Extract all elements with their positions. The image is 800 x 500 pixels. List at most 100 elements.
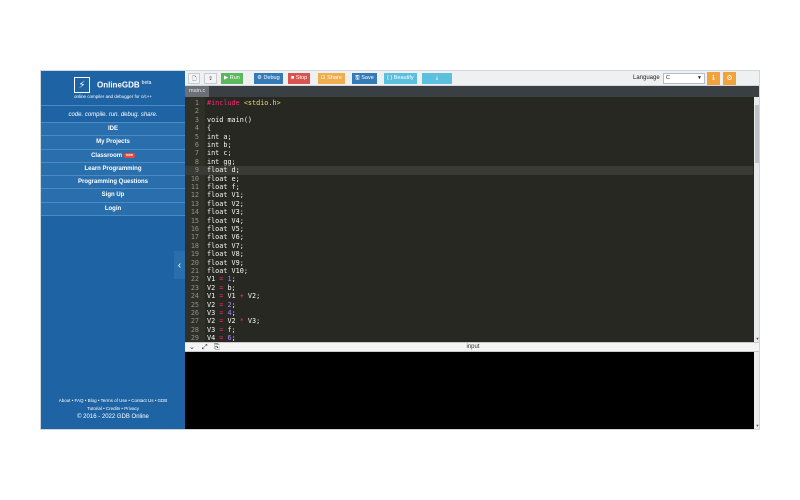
code-line[interactable]: 1 #include <stdio.h>	[185, 99, 753, 107]
code-token: int c;	[207, 149, 232, 158]
nav-item-classroom[interactable]: Classroom new	[41, 149, 185, 163]
code-token: #include	[207, 99, 244, 107]
expand-icon[interactable]: ⤢	[202, 343, 208, 352]
code-token: <stdio.h>	[243, 99, 281, 107]
sidebar-footer: About • FAQ • Blog • Terms of Use • Cont…	[41, 397, 185, 429]
code-text: float V7;	[207, 242, 244, 250]
brand[interactable]: ⚡ OnlineGDB beta online compiler and debu…	[41, 71, 185, 103]
code-line[interactable]: 21 float V10;	[185, 267, 753, 275]
run-button[interactable]: ▶ Run	[221, 73, 243, 84]
console-output[interactable]: ▼	[185, 352, 759, 429]
code-line[interactable]: 5 int a;	[185, 133, 753, 141]
line-number: 11	[190, 183, 199, 191]
code-line[interactable]: 6 int b;	[185, 141, 753, 149]
code-line[interactable]: 24 V1 = V1 + V2;	[185, 292, 753, 300]
nav-label: Sign Up	[101, 192, 125, 199]
code-text: #include <stdio.h>	[207, 99, 281, 107]
collapse-sidebar-chevron-left-icon[interactable]: ‹	[174, 251, 185, 279]
copy-icon[interactable]: ⎘	[214, 343, 220, 352]
code-line[interactable]: 15 float V4;	[185, 217, 753, 225]
language-select[interactable]: C ▼	[663, 73, 705, 84]
line-number: 24	[190, 292, 199, 301]
chevron-down-icon: ▼	[697, 75, 702, 81]
line-number: 9	[194, 166, 199, 175]
code-token: float d;	[207, 166, 240, 175]
scroll-down-icon[interactable]: ▼	[754, 422, 759, 429]
code-line[interactable]: 2	[185, 107, 753, 115]
code-line[interactable]: 18 float V7;	[185, 242, 753, 250]
code-token: float V6;	[207, 233, 244, 242]
code-line[interactable]: 23 V2 = b;	[185, 284, 753, 292]
line-number: 16	[190, 225, 199, 233]
info-icon[interactable]: ℹ	[707, 72, 720, 85]
console-scrollbar[interactable]: ▼	[754, 352, 759, 429]
code-line[interactable]: 25 V2 = 2;	[185, 301, 753, 309]
save-button[interactable]: 🖫 Save	[352, 73, 377, 84]
line-number: 13	[190, 199, 199, 208]
new-file-icon[interactable]: 🗋	[188, 73, 200, 84]
editor-scrollbar[interactable]: ▼	[754, 97, 759, 342]
code-line[interactable]: 9 float d;	[185, 166, 753, 175]
code-line[interactable]: 20 float V9;	[185, 259, 753, 267]
code-line[interactable]: 17 float V6;	[185, 233, 753, 241]
footer-links-2[interactable]: Tutorial • Credits • Privacy	[41, 405, 185, 413]
code-line[interactable]: 16 float V5;	[185, 225, 753, 233]
stop-button[interactable]: ■ Stop	[288, 73, 311, 84]
code-line[interactable]: 10 float e;	[185, 175, 753, 183]
code-token: V2	[223, 317, 240, 326]
code-line[interactable]: 12 float V1;	[185, 191, 753, 199]
code-token: float V2;	[207, 199, 244, 208]
code-text: float V2;	[207, 200, 244, 208]
chevron-down-icon[interactable]: ⌄	[189, 343, 195, 352]
code-line[interactable]: 3 void main()	[185, 116, 753, 124]
scroll-down-icon[interactable]: ▼	[754, 335, 759, 342]
onlinegdb-app: ⚡ OnlineGDB beta online compiler and debu…	[40, 70, 760, 430]
code-text: int a;	[207, 133, 232, 141]
code-line[interactable]: 22 V1 = 1;	[185, 275, 753, 283]
upload-icon[interactable]: ⇪	[204, 73, 217, 84]
code-line[interactable]: 29 V4 = 6;	[185, 334, 753, 342]
code-line[interactable]: 13 float V2;	[185, 200, 753, 208]
code-line[interactable]: 26 V3 = 4;	[185, 309, 753, 317]
sidebar: ⚡ OnlineGDB beta online compiler and debu…	[41, 71, 185, 429]
code-line[interactable]: 27 V2 = V2 * V3;	[185, 317, 753, 325]
io-toolbar: input ⌄ ⤢ ⎘	[185, 342, 759, 352]
code-line[interactable]: 14 float V3;	[185, 208, 753, 216]
line-number: 19	[190, 250, 199, 259]
nav-item-ide[interactable]: IDE	[41, 123, 185, 137]
nav-item-my-projects[interactable]: My Projects	[41, 136, 185, 150]
code-line[interactable]: 19 float V8;	[185, 250, 753, 258]
sidebar-nav: IDE My Projects Classroom new Learn Progr…	[41, 123, 185, 217]
code-text: V1 = 1;	[207, 275, 236, 283]
brand-name-text: OnlineGDB	[97, 80, 140, 90]
nav-item-sign-up[interactable]: Sign Up	[41, 189, 185, 203]
code-text: float V10;	[207, 267, 248, 275]
code-token: ;	[231, 300, 236, 309]
nav-label: My Projects	[96, 139, 130, 146]
code-text: void main()	[207, 116, 252, 124]
footer-links[interactable]: About • FAQ • Blog • Terms of Use • Cont…	[41, 397, 185, 405]
code-line[interactable]: 28 V3 = f;	[185, 326, 753, 334]
nav-label: Learn Programming	[84, 165, 142, 172]
tab-main-c[interactable]: main.c	[185, 86, 210, 97]
code-line[interactable]: 8 int gg;	[185, 158, 753, 166]
gear-icon[interactable]: ⚙	[723, 72, 736, 85]
nav-item-programming-questions[interactable]: Programming Questions	[41, 176, 185, 190]
share-button[interactable]: ⊡ Share	[318, 73, 345, 84]
code-text: float d;	[207, 166, 240, 174]
line-number: 29	[190, 334, 199, 342]
nav-item-login[interactable]: Login	[41, 202, 185, 217]
code-line[interactable]: 11 float f;	[185, 183, 753, 191]
code-token: V1	[207, 292, 220, 301]
code-editor[interactable]: 1 #include <stdio.h> 2 3 void main() 4{5 int a…	[185, 97, 759, 342]
nav-item-learn-programming[interactable]: Learn Programming	[41, 162, 185, 177]
code-token: float f;	[207, 183, 240, 191]
line-number: 4	[194, 124, 199, 133]
download-icon[interactable]: ⤓	[422, 73, 452, 84]
editor-scrollbar-thumb[interactable]	[755, 105, 759, 163]
beautify-button[interactable]: { } Beautify	[384, 73, 417, 84]
code-line[interactable]: 7 int c;	[185, 149, 753, 157]
debug-button[interactable]: ⚙ Debug	[254, 73, 283, 84]
new-badge: new	[124, 152, 135, 158]
code-line[interactable]: 4{	[185, 124, 753, 132]
